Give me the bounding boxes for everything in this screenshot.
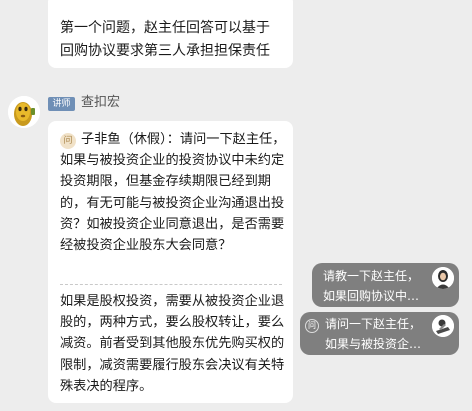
floating-question-1[interactable]: 请教一下赵主任， 如果回购协议中…	[312, 263, 459, 307]
sender-name[interactable]: 查扣宏	[81, 94, 120, 112]
lecturer-avatar[interactable]	[8, 96, 40, 128]
floating-question-2-text: 请问一下赵主任， 如果与被投资企…	[325, 317, 422, 351]
previous-message-text: 第一个问题，赵主任回答可以基于回购协议要求第三人承担担保责任	[60, 20, 270, 59]
previous-message-bubble: 第一个问题，赵主任回答可以基于回购协议要求第三人承担担保责任	[48, 0, 293, 68]
woman-avatar-icon	[432, 267, 454, 289]
floating-question-1-text: 请教一下赵主任， 如果回购协议中…	[323, 269, 420, 303]
lecturer-reply-bubble: 问 子非鱼（休假）：请问一下赵主任，如果与被投资企业的投资协议中未约定投资期限，…	[48, 121, 293, 403]
dashed-divider	[60, 284, 282, 285]
reader-avatar-icon	[432, 315, 454, 337]
quoted-question: 子非鱼（休假）：请问一下赵主任，如果与被投资企业的投资协议中未约定投资期限，但基…	[60, 129, 288, 256]
question-icon: 问	[305, 319, 319, 333]
lecturer-badge: 讲师	[48, 97, 75, 111]
quoted-question-text: 子非鱼（休假）：请问一下赵主任，如果与被投资企业的投资协议中未约定投资期限，但基…	[60, 132, 286, 254]
answer-text: 如果是股权投资，需要从被投资企业退股的，两种方式，要么股权转让，要么减资。前者受…	[60, 294, 285, 394]
yellow-cartoon-avatar-icon	[8, 96, 40, 128]
floating-question-2[interactable]: 问 请问一下赵主任， 如果与被投资企…	[300, 312, 459, 355]
